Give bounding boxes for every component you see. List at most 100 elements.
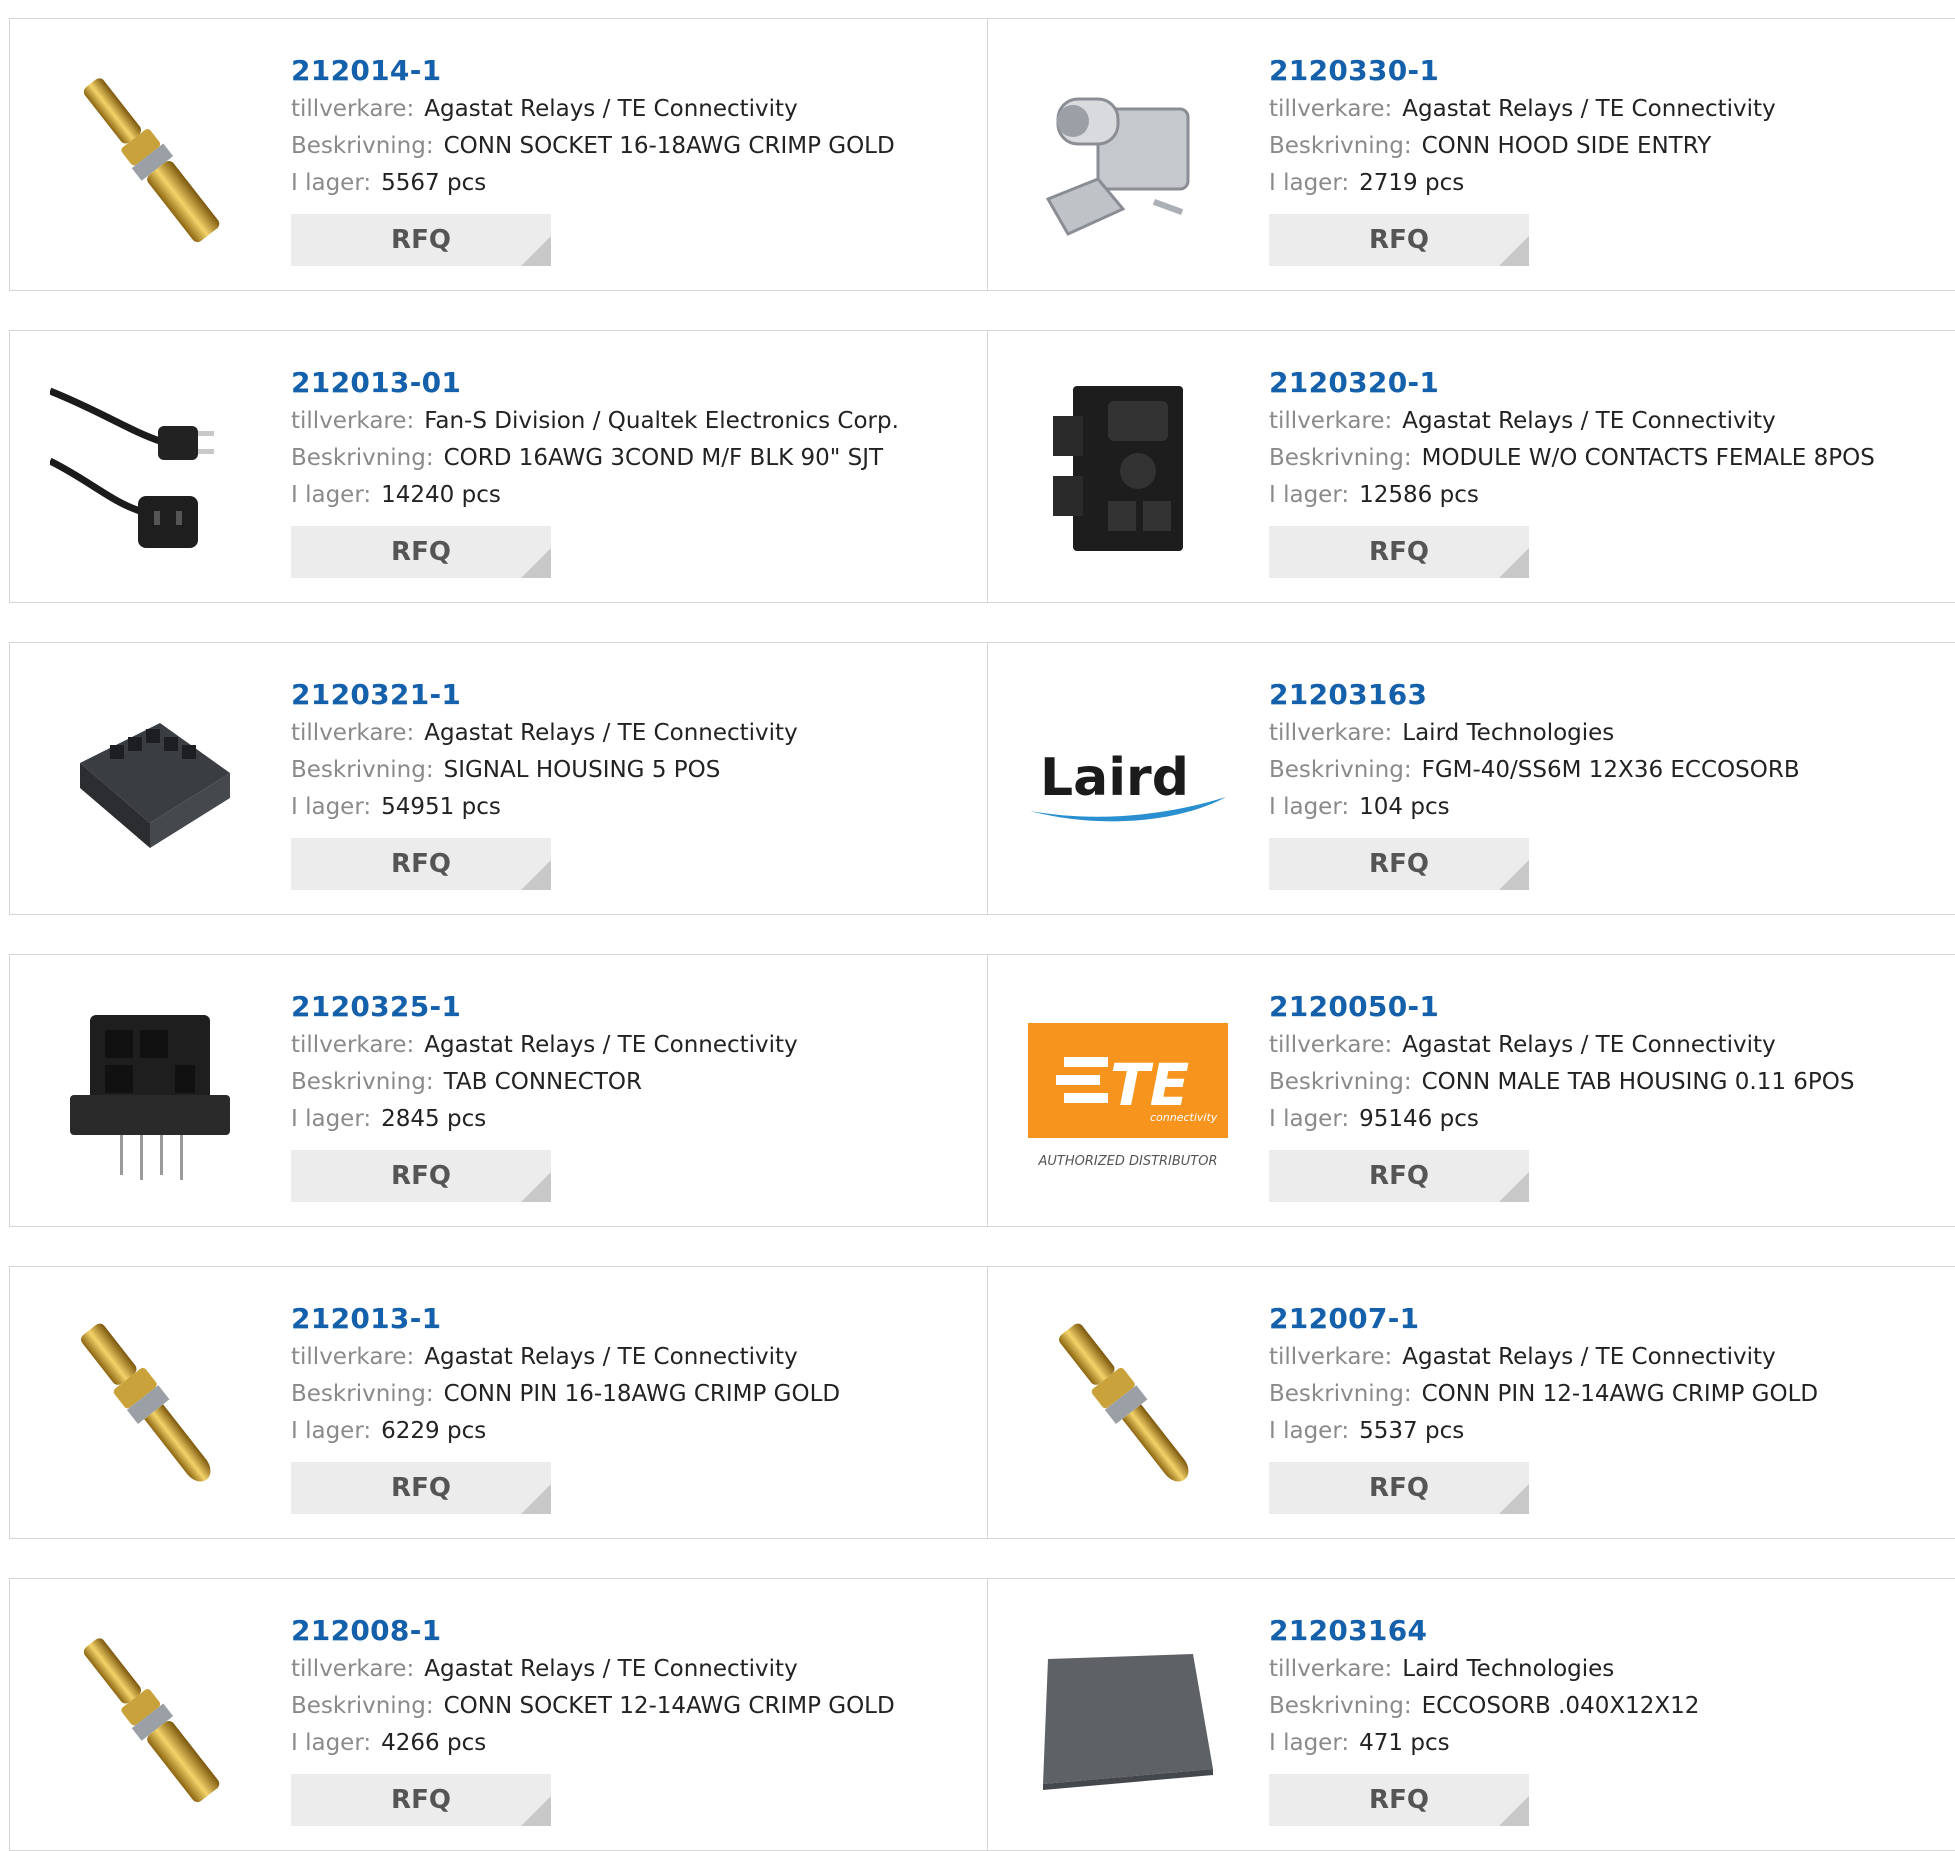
part-number-link[interactable]: 21203164: [1269, 1611, 1947, 1651]
rfq-button[interactable]: RFQ: [291, 1774, 551, 1826]
stock-value: 14240 pcs: [381, 482, 501, 508]
manufacturer-line: tillverkare: Agastat Relays / TE Connecti…: [291, 1027, 967, 1064]
te-logo-text: TE: [1110, 1051, 1189, 1119]
manufacturer-value: Agastat Relays / TE Connectivity: [1402, 408, 1776, 434]
product-thumbnail[interactable]: [50, 59, 250, 259]
part-number-link[interactable]: 2120320-1: [1269, 363, 1947, 403]
product-info: 21203163 tillverkare: Laird Technologies …: [1269, 675, 1947, 890]
rfq-label: RFQ: [1369, 1785, 1429, 1815]
part-number-link[interactable]: 2120321-1: [291, 675, 967, 715]
product-thumbnail[interactable]: [1028, 371, 1228, 571]
product-card: Laird 21203163 tillverkare: Laird Technol…: [987, 642, 1955, 915]
part-number-link[interactable]: 212014-1: [291, 51, 967, 91]
rfq-button[interactable]: RFQ: [1269, 838, 1529, 890]
product-info: 212014-1 tillverkare: Agastat Relays / TE…: [291, 51, 967, 266]
manufacturer-line: tillverkare: Agastat Relays / TE Connecti…: [291, 1651, 967, 1688]
gold-pin-contact-icon: [1059, 1323, 1189, 1482]
product-thumbnail[interactable]: Laird: [1028, 683, 1228, 883]
manufacturer-value: Agastat Relays / TE Connectivity: [1402, 1032, 1776, 1058]
part-number-link[interactable]: 2120325-1: [291, 987, 967, 1027]
part-number-link[interactable]: 2120050-1: [1269, 987, 1947, 1027]
product-card: 212014-1 tillverkare: Agastat Relays / TE…: [9, 18, 988, 291]
product-thumbnail[interactable]: [50, 371, 250, 571]
description-value: ECCOSORB .040X12X12: [1421, 1693, 1700, 1719]
description-line: Beskrivning: CONN SOCKET 16-18AWG CRIMP G…: [291, 128, 967, 165]
rfq-button[interactable]: RFQ: [1269, 526, 1529, 578]
product-thumbnail[interactable]: [1028, 59, 1228, 259]
description-value: SIGNAL HOUSING 5 POS: [443, 757, 721, 783]
product-thumbnail[interactable]: [1028, 1307, 1228, 1507]
stock-label: I lager:: [1269, 482, 1350, 508]
rfq-button[interactable]: RFQ: [291, 1150, 551, 1202]
part-number-link[interactable]: 212008-1: [291, 1611, 967, 1651]
absorber-sheet-icon: [1043, 1654, 1213, 1790]
product-thumbnail[interactable]: [1028, 1619, 1228, 1819]
part-number-link[interactable]: 2120330-1: [1269, 51, 1947, 91]
description-value: CONN SOCKET 16-18AWG CRIMP GOLD: [443, 133, 895, 159]
description-line: Beskrivning: CONN SOCKET 12-14AWG CRIMP G…: [291, 1688, 967, 1725]
product-info: 212013-1 tillverkare: Agastat Relays / TE…: [291, 1299, 967, 1514]
rfq-button[interactable]: RFQ: [291, 526, 551, 578]
manufacturer-line: tillverkare: Agastat Relays / TE Connecti…: [1269, 403, 1947, 440]
description-label: Beskrivning:: [1269, 1381, 1412, 1407]
stock-line: I lager: 4266 pcs: [291, 1725, 967, 1762]
rfq-button[interactable]: RFQ: [1269, 1150, 1529, 1202]
stock-line: I lager: 2845 pcs: [291, 1101, 967, 1138]
description-label: Beskrivning:: [1269, 133, 1412, 159]
rfq-button[interactable]: RFQ: [1269, 1774, 1529, 1826]
rfq-button[interactable]: RFQ: [291, 838, 551, 890]
te-authorized-badge: AUTHORIZED DISTRIBUTOR: [1037, 1154, 1217, 1169]
stock-value: 104 pcs: [1359, 794, 1450, 820]
rfq-label: RFQ: [1369, 1473, 1429, 1503]
manufacturer-line: tillverkare: Fan-S Division / Qualtek Ele…: [291, 403, 967, 440]
manufacturer-line: tillverkare: Agastat Relays / TE Connecti…: [1269, 91, 1947, 128]
product-thumbnail[interactable]: [50, 1619, 250, 1819]
rfq-button[interactable]: RFQ: [291, 1462, 551, 1514]
manufacturer-label: tillverkare:: [1269, 1344, 1393, 1370]
stock-label: I lager:: [291, 1730, 372, 1756]
product-card: 2120321-1 tillverkare: Agastat Relays / T…: [9, 642, 988, 915]
stock-value: 5537 pcs: [1359, 1418, 1465, 1444]
part-number-link[interactable]: 212013-01: [291, 363, 967, 403]
description-label: Beskrivning:: [1269, 757, 1412, 783]
manufacturer-value: Agastat Relays / TE Connectivity: [424, 1344, 798, 1370]
product-info: 212008-1 tillverkare: Agastat Relays / TE…: [291, 1611, 967, 1826]
signal-housing-icon: [80, 723, 230, 848]
part-number-link[interactable]: 21203163: [1269, 675, 1947, 715]
stock-value: 54951 pcs: [381, 794, 501, 820]
stock-value: 12586 pcs: [1359, 482, 1479, 508]
rfq-label: RFQ: [1369, 849, 1429, 879]
manufacturer-label: tillverkare:: [1269, 1656, 1393, 1682]
product-row: 212008-1 tillverkare: Agastat Relays / TE…: [9, 1578, 1955, 1851]
product-row: 212014-1 tillverkare: Agastat Relays / TE…: [9, 18, 1955, 291]
manufacturer-value: Agastat Relays / TE Connectivity: [424, 96, 798, 122]
rfq-button[interactable]: RFQ: [1269, 214, 1529, 266]
stock-label: I lager:: [291, 794, 372, 820]
stock-line: I lager: 2719 pcs: [1269, 165, 1947, 202]
rfq-button[interactable]: RFQ: [1269, 1462, 1529, 1514]
rfq-label: RFQ: [391, 1473, 451, 1503]
manufacturer-label: tillverkare:: [291, 96, 415, 122]
stock-line: I lager: 5567 pcs: [291, 165, 967, 202]
te-logo-icon: TE connectivity AUTHORIZED DISTRIBUTOR: [1028, 1023, 1228, 1169]
manufacturer-line: tillverkare: Laird Technologies: [1269, 715, 1947, 752]
product-card: 21203164 tillverkare: Laird Technologies …: [987, 1578, 1955, 1851]
product-thumbnail[interactable]: [50, 683, 250, 883]
part-number-link[interactable]: 212013-1: [291, 1299, 967, 1339]
stock-label: I lager:: [1269, 1106, 1350, 1132]
manufacturer-line: tillverkare: Agastat Relays / TE Connecti…: [291, 91, 967, 128]
product-thumbnail[interactable]: TE connectivity AUTHORIZED DISTRIBUTOR: [1028, 995, 1228, 1195]
description-label: Beskrivning:: [1269, 1693, 1412, 1719]
stock-label: I lager:: [291, 170, 372, 196]
product-thumbnail[interactable]: [50, 995, 250, 1195]
part-number-link[interactable]: 212007-1: [1269, 1299, 1947, 1339]
stock-line: I lager: 471 pcs: [1269, 1725, 1947, 1762]
product-thumbnail[interactable]: [50, 1307, 250, 1507]
description-label: Beskrivning:: [291, 1069, 434, 1095]
corner-fold-icon: [521, 1172, 551, 1202]
rfq-button[interactable]: RFQ: [291, 214, 551, 266]
black-module-icon: [1053, 386, 1183, 551]
stock-label: I lager:: [1269, 794, 1350, 820]
manufacturer-label: tillverkare:: [1269, 1032, 1393, 1058]
product-row: 212013-01 tillverkare: Fan-S Division / Q…: [9, 330, 1955, 603]
